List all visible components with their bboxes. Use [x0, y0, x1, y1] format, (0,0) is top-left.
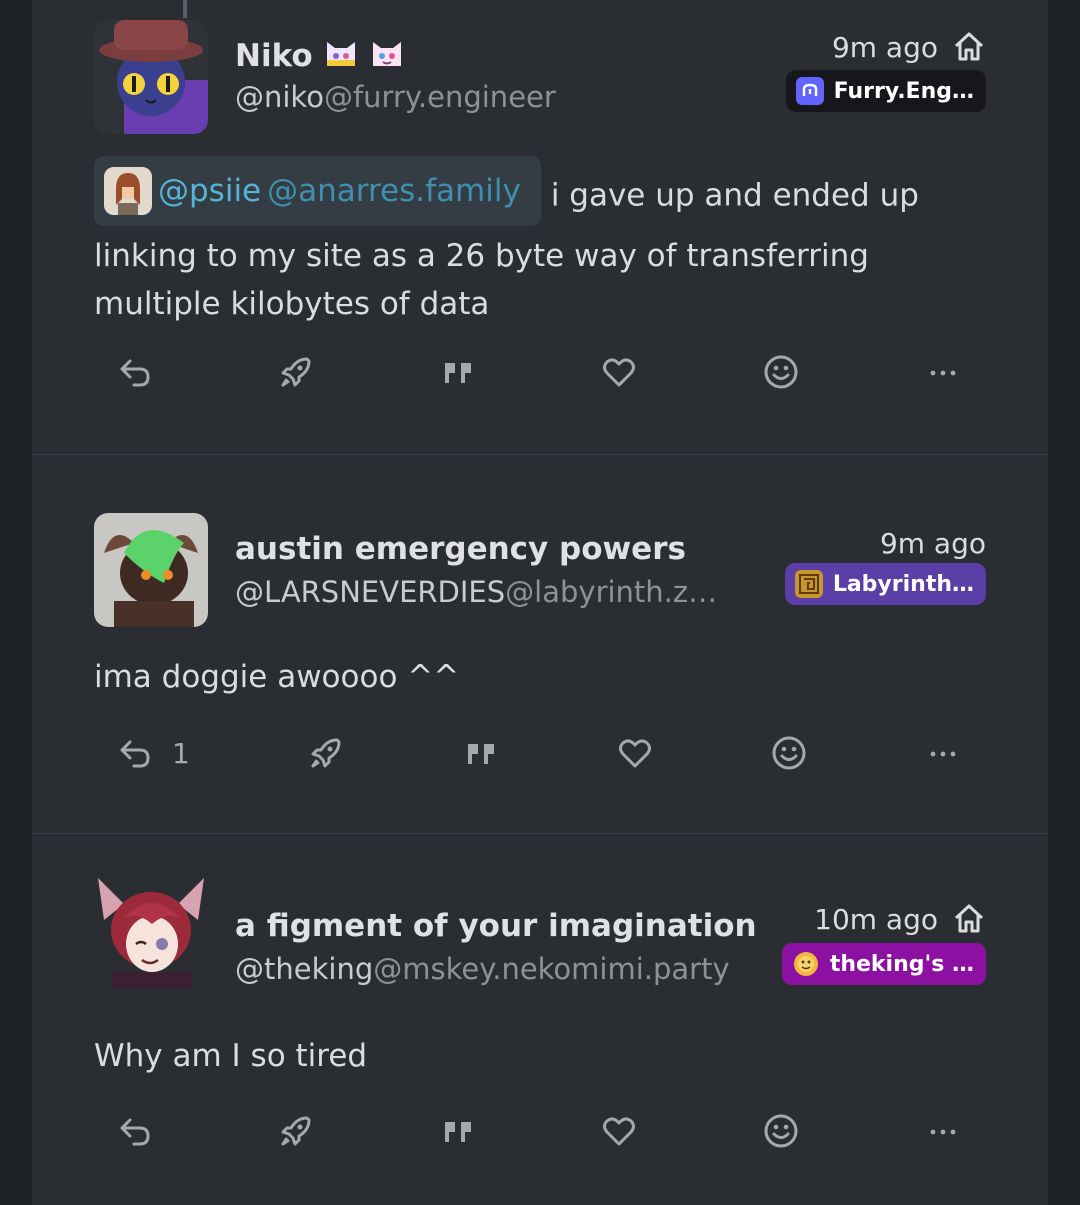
- note[interactable]: a figment of your imagination @theking@m…: [32, 834, 1048, 1205]
- quote-icon: [445, 1122, 471, 1142]
- quote-button[interactable]: [462, 723, 500, 783]
- display-name[interactable]: Niko: [235, 36, 405, 74]
- like-button[interactable]: [600, 342, 638, 402]
- instance-name: Labyrinth…: [832, 571, 974, 597]
- handle-host: @furry.engineer: [323, 80, 556, 114]
- heart-icon: [619, 739, 651, 768]
- like-button[interactable]: [600, 1101, 638, 1161]
- handle-user: @LARSNEVERDIES: [235, 575, 506, 609]
- note[interactable]: austin emergency powers @LARSNEVERDIES@l…: [32, 455, 1048, 833]
- smile-icon: [764, 1114, 798, 1148]
- handle-host: @mskey.nekomimi.party: [373, 952, 730, 986]
- smile-icon: [772, 736, 806, 770]
- handle-host: @labyrinth.z…: [505, 575, 718, 609]
- handle-user: @niko: [235, 80, 324, 114]
- more-button[interactable]: [924, 342, 962, 402]
- note-text: ima doggie awoooo ^^: [94, 653, 974, 701]
- heart-icon: [603, 1117, 635, 1146]
- quote-button[interactable]: [439, 1101, 477, 1161]
- home-icon: [954, 32, 984, 61]
- quote-icon: [468, 744, 494, 764]
- display-name[interactable]: austin emergency powers: [235, 531, 686, 567]
- note-time[interactable]: 9m ago: [832, 30, 986, 64]
- avatar[interactable]: [94, 20, 208, 134]
- renote-button[interactable]: [307, 723, 345, 783]
- quote-button[interactable]: [439, 342, 477, 402]
- ellipsis-icon: [930, 1129, 956, 1135]
- note-actions: [32, 342, 1048, 402]
- timeline: Niko @niko@furry.engineer 9m ago Furry.E…: [32, 0, 1048, 1205]
- reply-count: 1: [172, 736, 190, 770]
- mention-user: @psiie: [158, 173, 262, 209]
- mention[interactable]: @psiie @anarres.family: [94, 156, 541, 226]
- quote-icon: [445, 363, 471, 383]
- display-name[interactable]: a figment of your imagination: [235, 908, 757, 944]
- mastodon-icon: [795, 77, 824, 105]
- sun-face-icon: [792, 950, 820, 978]
- renote-button[interactable]: [277, 342, 315, 402]
- renote-button[interactable]: [277, 1101, 315, 1161]
- reply-button[interactable]: [116, 1101, 154, 1161]
- reply-button[interactable]: 1: [116, 723, 190, 783]
- reply-button[interactable]: [116, 342, 154, 402]
- handle[interactable]: @LARSNEVERDIES@labyrinth.z…: [235, 575, 717, 609]
- note-body: Why am I so tired: [94, 1038, 368, 1074]
- note-actions: 1: [32, 723, 1048, 783]
- reply-icon: [120, 359, 150, 387]
- note-body: ima doggie awoooo ^^: [94, 659, 460, 695]
- labyrinth-icon: [794, 570, 823, 598]
- cat-emoji-icon: [326, 42, 355, 66]
- handle[interactable]: @niko@furry.engineer: [235, 80, 556, 114]
- mention-host: @anarres.family: [267, 173, 521, 209]
- mention-avatar: [104, 167, 152, 215]
- note-time[interactable]: 9m ago: [880, 527, 986, 560]
- note-text: @psiie @anarres.family i gave up and ende…: [94, 156, 974, 328]
- reply-icon: [120, 740, 150, 768]
- instance-name: theking's …: [829, 951, 974, 977]
- rocket-icon: [281, 1116, 311, 1146]
- instance-ticker[interactable]: Furry.Eng…: [785, 70, 986, 112]
- react-button[interactable]: [762, 342, 800, 402]
- react-button[interactable]: [770, 723, 808, 783]
- home-icon: [954, 904, 984, 933]
- time-label: 10m ago: [814, 902, 938, 936]
- like-button[interactable]: [616, 723, 654, 783]
- smile-icon: [764, 355, 798, 389]
- cat-emoji-icon: [372, 42, 401, 66]
- note-time[interactable]: 10m ago: [814, 902, 986, 936]
- handle[interactable]: @theking@mskey.nekomimi.party: [235, 952, 730, 986]
- rocket-icon: [311, 738, 341, 768]
- heart-icon: [603, 358, 635, 387]
- instance-ticker[interactable]: Labyrinth…: [784, 563, 986, 605]
- ellipsis-icon: [930, 751, 956, 757]
- avatar[interactable]: [94, 874, 208, 988]
- time-label: 9m ago: [879, 527, 986, 560]
- rocket-icon: [281, 357, 311, 387]
- time-label: 9m ago: [831, 30, 938, 64]
- more-button[interactable]: [924, 1101, 962, 1161]
- ellipsis-icon: [930, 370, 956, 376]
- reply-icon: [120, 1118, 150, 1146]
- note[interactable]: Niko @niko@furry.engineer 9m ago Furry.E…: [32, 0, 1048, 454]
- more-button[interactable]: [924, 723, 962, 783]
- react-button[interactable]: [762, 1101, 800, 1161]
- note-text: Why am I so tired: [94, 1032, 974, 1080]
- instance-ticker[interactable]: theking's …: [781, 943, 986, 985]
- note-actions: [32, 1101, 1048, 1161]
- handle-user: @theking: [235, 952, 374, 986]
- instance-name: Furry.Eng…: [833, 78, 974, 104]
- avatar[interactable]: [94, 513, 208, 627]
